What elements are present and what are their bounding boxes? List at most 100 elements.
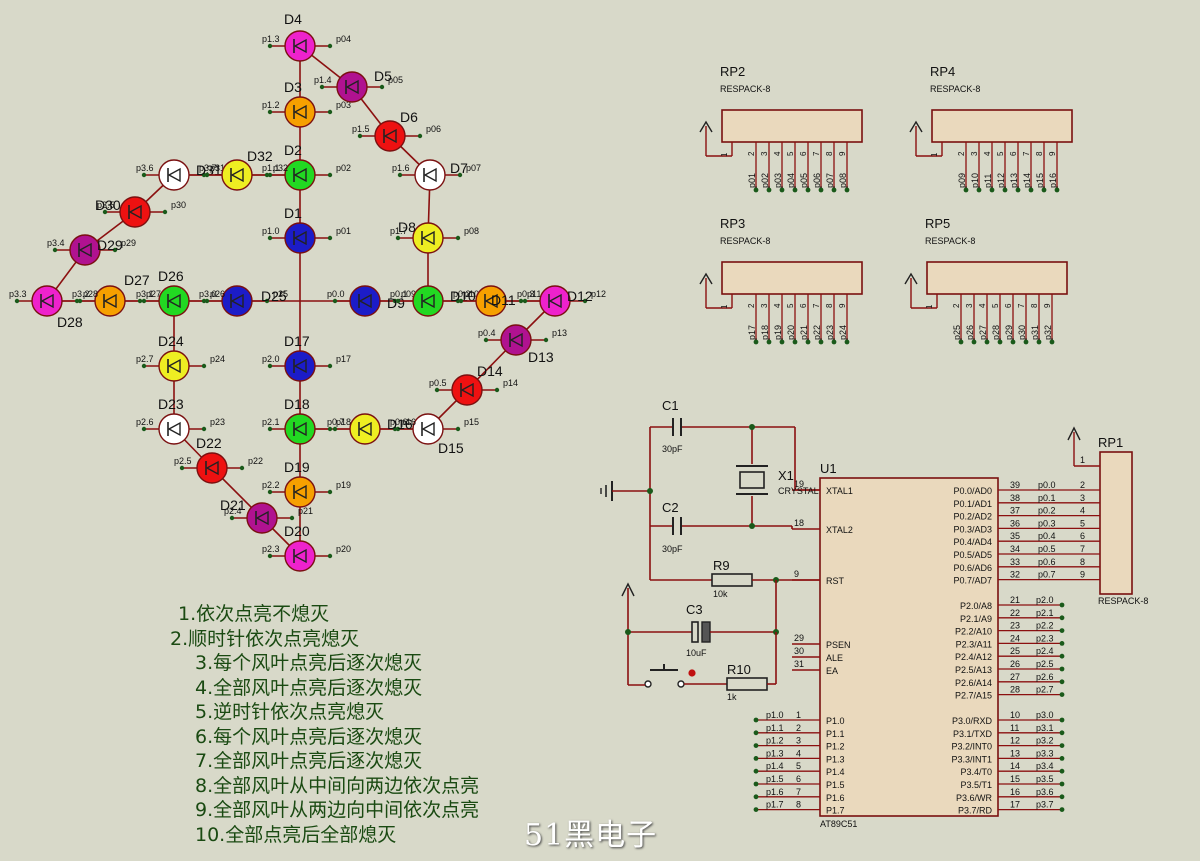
mcu-pin-dot bbox=[1059, 615, 1065, 621]
led-port-label: p2.2 bbox=[262, 480, 280, 490]
mcu-pin-number: 22 bbox=[1010, 608, 1020, 618]
lead-end-dot bbox=[204, 172, 210, 178]
led-d8: D8p1.7 p08 bbox=[390, 219, 479, 254]
rp-net-label: p25 bbox=[952, 325, 962, 340]
lead-end-dot bbox=[264, 172, 270, 178]
mode-item: 2.顺时针依次点亮熄灭 bbox=[170, 627, 360, 650]
lead-end-dot bbox=[327, 109, 333, 115]
lead-end-dot bbox=[395, 235, 401, 241]
mcu-pin-number: 17 bbox=[1010, 800, 1020, 810]
rp-pin-number: 3 bbox=[760, 151, 769, 156]
mcu-net-label: p2.0 bbox=[1036, 595, 1054, 605]
led-ref-label: D1 bbox=[284, 205, 302, 221]
x1-ref: X1 bbox=[778, 468, 794, 483]
led-port-label: p1.2 bbox=[262, 100, 280, 110]
mcu-net-label: p3.0 bbox=[1036, 710, 1054, 720]
rp-pin-number: 1 bbox=[1080, 455, 1085, 465]
led-port-label: p3.5 bbox=[97, 200, 115, 210]
led-body bbox=[336, 71, 368, 103]
led-body bbox=[158, 159, 190, 191]
mcu-pin-dot bbox=[1059, 781, 1065, 787]
rp-pin-number: 7 bbox=[1080, 544, 1085, 554]
led-body bbox=[500, 324, 532, 356]
c1-value: 30pF bbox=[662, 444, 683, 454]
led-d32: D32 p3.7 p32 bbox=[199, 148, 288, 191]
led-body bbox=[284, 96, 316, 128]
led-ref-label: D17 bbox=[284, 333, 310, 349]
led-ref-label: D26 bbox=[158, 268, 184, 284]
led-ref-label: D14 bbox=[477, 363, 503, 379]
led-ref-label: D23 bbox=[158, 396, 184, 412]
led-port-label: p0.5 bbox=[429, 378, 447, 388]
mcu-pin-name: P1.2 bbox=[826, 742, 845, 752]
lead-end-dot bbox=[201, 426, 207, 432]
mcu-pin-number: 29 bbox=[794, 633, 804, 643]
rp-pin-number: 8 bbox=[1035, 151, 1044, 156]
mcu-pin-dot bbox=[753, 768, 759, 774]
rp-net-label: p31 bbox=[1030, 325, 1040, 340]
lead-end-dot bbox=[141, 363, 147, 369]
led-net-label: p13 bbox=[552, 328, 567, 338]
led-net-label: p12 bbox=[591, 289, 606, 299]
mcu-pin-name: P2.0/A8 bbox=[960, 601, 992, 611]
mcu-net-label: p3.5 bbox=[1036, 774, 1054, 784]
led-body bbox=[284, 159, 316, 191]
rp-pin-number: 7 bbox=[1022, 151, 1031, 156]
resistor-icon bbox=[726, 677, 768, 691]
rp-net-label: p29 bbox=[1004, 325, 1014, 340]
rp-pin-number: 1 bbox=[720, 152, 729, 157]
mcu-pin-number: 5 bbox=[796, 761, 801, 771]
mcu-pin-dot bbox=[753, 730, 759, 736]
mcu-net-label: p1.0 bbox=[766, 710, 784, 720]
led-port-label: p0.3 bbox=[517, 289, 535, 299]
rp-pin-number: 9 bbox=[1080, 570, 1085, 580]
rp-net-label: p22 bbox=[812, 325, 822, 340]
led-net-label: p14 bbox=[503, 378, 518, 388]
mcu-pin-name: XTAL2 bbox=[826, 525, 853, 535]
c2-ref: C2 bbox=[662, 500, 679, 515]
rp-pin-number: 8 bbox=[1080, 557, 1085, 567]
led-d13: D13 p0.4 p13 bbox=[478, 324, 567, 365]
mcu-pin-dot bbox=[1059, 794, 1065, 800]
lead-end-dot bbox=[267, 363, 273, 369]
r9-value: 10k bbox=[713, 589, 728, 599]
led-ref-label: D12 bbox=[567, 288, 593, 304]
led-ref-label: D6 bbox=[400, 109, 418, 125]
rp-pin-number: 7 bbox=[812, 151, 821, 156]
led-net-label: p05 bbox=[388, 75, 403, 85]
lead-end-dot bbox=[332, 298, 338, 304]
led-body bbox=[221, 159, 253, 191]
led-body bbox=[284, 30, 316, 62]
led-port-label: p1.7 bbox=[390, 226, 408, 236]
mcu-pin-name: RST bbox=[826, 576, 845, 586]
led-body bbox=[284, 540, 316, 572]
mode-item: 1.依次点亮不熄灭 bbox=[178, 603, 330, 625]
mcu-net-label: p2.1 bbox=[1036, 608, 1054, 618]
rp-body bbox=[931, 109, 1073, 143]
mcu-pin-number: 38 bbox=[1010, 493, 1020, 503]
led-body bbox=[119, 196, 151, 228]
mcu-net-label: p3.3 bbox=[1036, 748, 1054, 758]
rp-net-label: p24 bbox=[838, 325, 848, 340]
led-body bbox=[412, 222, 444, 254]
led-d18: D18 p2.1 p18 bbox=[262, 396, 351, 445]
led-d20: D20 p2.3 p20 bbox=[262, 523, 351, 572]
led-ref-label: D20 bbox=[284, 523, 310, 539]
mcu-pin-number: 14 bbox=[1010, 761, 1020, 771]
led-body bbox=[158, 285, 190, 317]
mcu-pin-number: 2 bbox=[796, 723, 801, 733]
rp-net-label: p05 bbox=[799, 173, 809, 188]
mcu-pin-name: P3.2/INT0 bbox=[951, 742, 992, 752]
led-d28: D28 p3.3 p28 bbox=[9, 285, 98, 330]
mcu-net-label: p2.3 bbox=[1036, 633, 1054, 643]
rp-net-label: p23 bbox=[825, 325, 835, 340]
lead-end-dot bbox=[483, 337, 489, 343]
lead-end-dot bbox=[179, 465, 185, 471]
lead-end-dot bbox=[518, 298, 524, 304]
mcu-pin-number: 32 bbox=[1010, 570, 1020, 580]
mcu-pin-dot bbox=[1059, 692, 1065, 697]
led-d14: D14 p0.5 p14 bbox=[429, 363, 518, 406]
mcu-pin-dot bbox=[1059, 628, 1065, 633]
mode-item: 7.全部风叶点亮后逐次熄灭 bbox=[195, 750, 423, 772]
led-d29: D29 p3.4 p29 bbox=[47, 234, 136, 266]
